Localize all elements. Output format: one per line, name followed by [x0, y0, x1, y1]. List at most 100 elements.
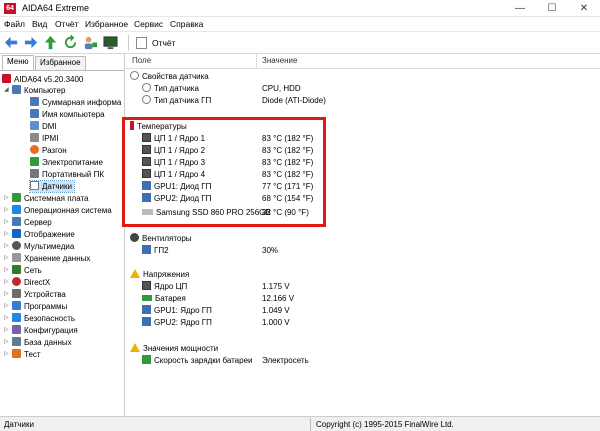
computer-icon: [12, 85, 21, 94]
storage-icon: [12, 253, 21, 262]
tree-item-multimedia[interactable]: Мультимедиа: [12, 241, 74, 252]
programs-icon: [12, 301, 21, 310]
expand-arrow-icon[interactable]: ▷: [4, 193, 9, 204]
menu-service[interactable]: Сервис: [134, 19, 163, 29]
minimize-button[interactable]: —: [504, 0, 536, 17]
sensor-icon: [130, 71, 139, 80]
tree-item-summary[interactable]: Суммарная информа: [30, 97, 121, 108]
header-divider: [126, 68, 600, 69]
table-cell-value: Электросеть: [262, 356, 309, 365]
group-fans[interactable]: Вентиляторы: [130, 233, 192, 245]
tree-item-directx[interactable]: DirectX: [12, 277, 50, 288]
table-cell-value: 30%: [262, 246, 279, 255]
column-divider[interactable]: [256, 54, 257, 68]
fan-icon: [130, 233, 139, 242]
copyright-text: Copyright (c) 1995-2015 FinalWire Ltd.: [316, 420, 454, 429]
group-voltages[interactable]: Напряжения: [130, 269, 189, 281]
table-row[interactable]: Скорость зарядки батареи: [142, 355, 253, 367]
expand-arrow-icon[interactable]: ▷: [4, 349, 9, 360]
refresh-icon[interactable]: [63, 35, 78, 50]
column-header-value[interactable]: Значение: [262, 54, 297, 68]
up-arrow-icon[interactable]: [43, 35, 58, 50]
table-row[interactable]: Тип датчика: [142, 83, 199, 95]
sensor-icon: [142, 95, 151, 104]
table-row[interactable]: GPU2: Ядро ГП: [142, 317, 212, 329]
battery-charge-icon: [142, 355, 151, 364]
user-icon[interactable]: [83, 35, 98, 50]
table-row[interactable]: Ядро ЦП: [142, 281, 187, 293]
expand-arrow-icon[interactable]: ▷: [4, 265, 9, 276]
tree-item-portable[interactable]: Портативный ПК: [30, 169, 104, 180]
column-header-field[interactable]: Поле: [132, 54, 151, 68]
menu-report[interactable]: Отчёт: [55, 19, 79, 29]
tree-item-network[interactable]: Сеть: [12, 265, 42, 276]
shield-icon: [12, 313, 21, 322]
table-cell-value: 1.000 V: [262, 318, 290, 327]
expand-arrow-icon[interactable]: ▷: [4, 337, 9, 348]
group-power-values[interactable]: Значения мощности: [130, 343, 218, 355]
expand-arrow-icon[interactable]: ▷: [4, 289, 9, 300]
tree-item-devices[interactable]: Устройства: [12, 289, 66, 300]
sensor-icon: [142, 83, 151, 92]
tree-item-programs[interactable]: Программы: [12, 301, 67, 312]
expand-arrow-icon[interactable]: ▷: [4, 241, 9, 252]
table-row[interactable]: GPU1: Ядро ГП: [142, 305, 212, 317]
tree-item-dmi[interactable]: DMI: [30, 121, 57, 132]
tree-item-config[interactable]: Конфигурация: [12, 325, 78, 336]
tree-item-motherboard[interactable]: Системная плата: [12, 193, 89, 204]
tree-item-storage[interactable]: Хранение данных: [12, 253, 90, 264]
tree-item-overclock[interactable]: Разгон: [30, 145, 67, 156]
tree-item-os[interactable]: Операционная система: [12, 205, 112, 216]
tree-item-ipmi[interactable]: IPMI: [30, 133, 58, 144]
menu-favorites[interactable]: Избранное: [85, 19, 128, 29]
group-sensor-properties[interactable]: Свойства датчика: [130, 71, 209, 83]
table-cell-value: 1.049 V: [262, 306, 290, 315]
details-panel: Поле Значение Свойства датчика Тип датчи…: [126, 54, 600, 416]
expand-arrow-icon[interactable]: ▷: [4, 325, 9, 336]
tree-item-test[interactable]: Тест: [12, 349, 41, 360]
menu-file[interactable]: Файл: [4, 19, 25, 29]
expand-arrow-icon[interactable]: ▷: [4, 217, 9, 228]
collapse-arrow-icon[interactable]: ◢: [4, 85, 9, 96]
expand-arrow-icon[interactable]: ▷: [4, 313, 9, 324]
tree-item-sensors[interactable]: Датчики: [29, 180, 75, 193]
table-cell-value: 1.175 V: [262, 282, 290, 291]
toolbar-separator: [128, 35, 129, 51]
expand-arrow-icon[interactable]: ▷: [4, 277, 9, 288]
menu-help[interactable]: Справка: [170, 19, 203, 29]
close-button[interactable]: ✕: [568, 0, 600, 17]
forward-arrow-icon[interactable]: [23, 35, 38, 50]
document-icon: [136, 37, 147, 49]
multimedia-icon: [12, 241, 21, 250]
gpu-icon: [142, 245, 151, 254]
display-icon: [12, 229, 21, 238]
report-button-label: Отчёт: [152, 38, 176, 48]
menu-view[interactable]: Вид: [32, 19, 47, 29]
summary-icon: [30, 97, 39, 106]
tree-item-server[interactable]: Сервер: [12, 217, 52, 228]
aida64-icon: [2, 74, 11, 83]
tree-item-power[interactable]: Электропитание: [30, 157, 103, 168]
tree-root[interactable]: AIDA64 v5.20.3400: [2, 74, 83, 85]
tab-menu[interactable]: Меню: [2, 55, 34, 70]
tree-item-computer[interactable]: Компьютер: [12, 85, 65, 96]
computer-name-icon: [30, 109, 39, 118]
back-arrow-icon[interactable]: [4, 35, 19, 50]
report-button[interactable]: Отчёт: [136, 36, 176, 50]
warning-icon: [130, 343, 140, 352]
table-row[interactable]: ГП2: [142, 245, 169, 257]
table-row[interactable]: Тип датчика ГП: [142, 95, 211, 107]
tree-item-display[interactable]: Отображение: [12, 229, 75, 240]
expand-arrow-icon[interactable]: ▷: [4, 229, 9, 240]
tree-item-database[interactable]: База данных: [12, 337, 72, 348]
tree-item-security[interactable]: Безопасность: [12, 313, 75, 324]
table-row[interactable]: Батарея: [142, 293, 186, 305]
maximize-button[interactable]: ☐: [536, 0, 568, 17]
expand-arrow-icon[interactable]: ▷: [4, 253, 9, 264]
expand-arrow-icon[interactable]: ▷: [4, 205, 9, 216]
expand-arrow-icon[interactable]: ▷: [4, 301, 9, 312]
monitor-icon[interactable]: [103, 35, 118, 50]
status-text: Датчики: [4, 420, 34, 429]
tab-favorites[interactable]: Избранное: [35, 56, 86, 70]
tree-item-computer-name[interactable]: Имя компьютера: [30, 109, 105, 120]
